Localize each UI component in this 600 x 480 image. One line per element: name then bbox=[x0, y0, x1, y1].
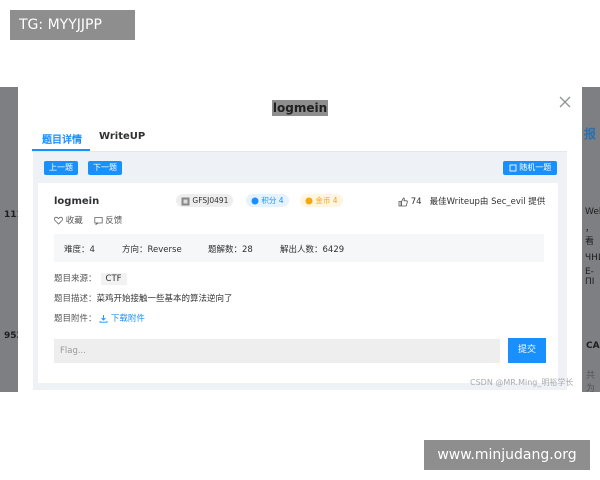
random-button[interactable]: 随机一题 bbox=[503, 161, 557, 175]
stat-solvers: 解出人数：6429 bbox=[280, 245, 345, 255]
feedback-button[interactable]: 反馈 bbox=[93, 216, 122, 226]
id-badge: GFSJ0491 bbox=[176, 194, 234, 207]
coin-icon bbox=[305, 197, 313, 205]
bg-text: ЧНИТ bbox=[585, 253, 600, 263]
like-info: 74 最佳Writeup由 Sec_evil 提供 bbox=[398, 195, 545, 207]
bg-text: Е-ПІ bbox=[585, 267, 595, 287]
dialog-title: logmein bbox=[271, 100, 329, 116]
tab-writeup[interactable]: WriteUP bbox=[99, 131, 145, 142]
refresh-icon bbox=[509, 164, 517, 171]
qr-icon bbox=[181, 197, 190, 205]
submit-button[interactable]: 提交 bbox=[508, 338, 546, 363]
stats-bar: 难度：4 方向：Reverse 题解数：28 解出人数：6429 bbox=[54, 234, 544, 262]
bg-text: Web bbox=[585, 207, 600, 217]
heart-icon bbox=[54, 216, 63, 225]
csdn-watermark: CSDN @MR.Ming_明裕学长 bbox=[470, 378, 574, 387]
stat-direction: 方向：Reverse bbox=[122, 245, 182, 255]
description-row: 题目描述：菜鸡开始接触一些基本的算法逆向了 bbox=[54, 294, 233, 304]
download-attachment-link[interactable]: 下载附件 bbox=[99, 314, 145, 324]
challenge-card: logmein GFSJ0491 积分 4 金币 4 74 最佳Writeup由… bbox=[38, 183, 558, 383]
stat-solves: 题解数：28 bbox=[208, 245, 253, 255]
challenge-dialog: logmein 题目详情 WriteUP 上一题 下一题 随机一题 logmei… bbox=[18, 87, 582, 392]
bg-text: 共为 bbox=[586, 371, 596, 394]
close-icon[interactable] bbox=[558, 95, 572, 109]
description-text: 菜鸡开始接触一些基本的算法逆向了 bbox=[96, 294, 233, 304]
site-watermark: www.minjudang.org bbox=[424, 440, 590, 470]
bg-text: CA bbox=[586, 341, 600, 351]
favorite-button[interactable]: 收藏 bbox=[54, 216, 85, 226]
challenge-name: logmein bbox=[54, 196, 100, 207]
bg-accent: 报 bbox=[584, 127, 597, 141]
tg-tag: TG: MYYJJPP bbox=[10, 10, 135, 40]
source-tag: CTF bbox=[100, 273, 127, 285]
tab-details[interactable]: 题目详情 bbox=[42, 131, 82, 146]
flag-input[interactable] bbox=[54, 339, 500, 363]
best-writeup-text[interactable]: 最佳Writeup由 Sec_evil 提供 bbox=[430, 197, 546, 207]
coin-badge: 金币 4 bbox=[300, 194, 343, 207]
download-icon bbox=[99, 315, 108, 323]
score-icon bbox=[251, 197, 259, 205]
score-badge: 积分 4 bbox=[246, 194, 289, 207]
next-button[interactable]: 下一题 bbox=[88, 161, 122, 175]
random-button-label: 随机一题 bbox=[519, 163, 552, 172]
prev-button[interactable]: 上一题 bbox=[44, 161, 78, 175]
stat-difficulty: 难度：4 bbox=[64, 245, 95, 255]
source-row: 题目来源： CTF bbox=[54, 272, 127, 285]
feedback-icon bbox=[93, 217, 103, 225]
bg-text: ，看 bbox=[585, 224, 595, 247]
like-count: 74 bbox=[410, 197, 422, 207]
thumbs-up-icon[interactable] bbox=[398, 197, 408, 207]
attachment-row: 题目附件： 下载附件 bbox=[54, 314, 145, 324]
